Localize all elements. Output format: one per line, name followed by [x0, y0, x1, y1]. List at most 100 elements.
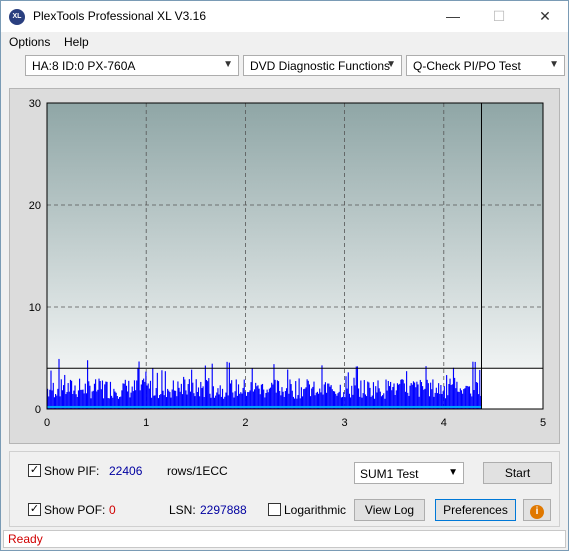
show-pif-checkbox[interactable]: ✓ — [28, 464, 41, 477]
pif-bar — [427, 383, 429, 409]
view-log-button[interactable]: View Log — [354, 499, 425, 521]
pif-bar — [446, 375, 448, 409]
pif-bar — [300, 387, 302, 409]
function-select[interactable]: DVD Diagnostic Functions ▼ — [243, 55, 402, 76]
pif-bar — [177, 381, 179, 409]
show-pof-checkbox[interactable]: ✓ — [28, 503, 41, 516]
pif-bar — [143, 378, 145, 409]
pif-bar — [268, 388, 270, 409]
x-tick-label: 0 — [44, 417, 50, 429]
pif-bar — [184, 379, 186, 409]
pif-bar — [251, 368, 253, 409]
pif-bar — [450, 385, 452, 409]
pif-bar — [305, 387, 307, 409]
info-button[interactable]: i — [523, 499, 551, 521]
pif-bar — [229, 383, 232, 409]
pif-bar — [219, 385, 221, 409]
pif-bar — [368, 382, 370, 409]
pif-bar — [345, 376, 347, 409]
pif-bar — [136, 380, 138, 409]
logarithmic-checkbox[interactable] — [268, 503, 281, 516]
pif-bar — [306, 379, 308, 409]
test-mode-value: SUM1 Test — [360, 467, 419, 481]
pif-bar — [443, 386, 445, 409]
x-tick-label: 1 — [143, 417, 149, 429]
pif-bar — [197, 387, 200, 409]
pif-bar — [290, 384, 292, 409]
pof-value: 0 — [109, 503, 116, 517]
pif-bar — [367, 381, 369, 409]
pif-bar — [98, 378, 100, 409]
pif-bar — [87, 360, 89, 409]
pif-bar — [448, 384, 450, 409]
pif-bar — [260, 384, 262, 409]
pif-bar — [308, 384, 310, 409]
start-button[interactable]: Start — [483, 462, 552, 484]
pif-bar — [422, 386, 424, 409]
pif-bar — [161, 370, 163, 409]
pif-bar — [476, 382, 479, 409]
pif-bar — [180, 383, 182, 409]
pif-bar — [195, 379, 197, 409]
title-bar: XL PlexTools Professional XL V3.16 — ☐ ✕ — [1, 1, 568, 32]
pif-bar — [79, 378, 81, 409]
pif-bar — [93, 383, 96, 409]
pif-bar — [149, 380, 152, 409]
pif-bar — [144, 381, 146, 409]
pif-bar — [277, 381, 280, 409]
pif-bar — [402, 379, 404, 409]
pif-bar — [242, 387, 244, 409]
pif-bar — [187, 384, 189, 409]
pif-bar — [321, 365, 323, 409]
pif-bar — [281, 387, 283, 409]
pif-bar — [137, 367, 139, 409]
pif-bar — [271, 382, 273, 409]
pif-bar — [464, 388, 466, 409]
pif-bar — [307, 380, 309, 409]
pif-bar — [398, 384, 400, 409]
pif-bar — [99, 381, 101, 409]
pif-bar — [360, 380, 362, 409]
pif-bar — [69, 379, 72, 409]
pif-bar — [243, 379, 245, 409]
pif-bar — [191, 369, 193, 409]
pif-bar — [200, 381, 202, 409]
pif-bar — [123, 383, 125, 409]
pif-bar — [261, 383, 264, 409]
pif-bar — [451, 384, 453, 409]
pif-bar — [124, 379, 126, 409]
pif-bar — [255, 382, 257, 409]
pif-bar — [400, 379, 402, 409]
close-icon[interactable]: ✕ — [522, 1, 568, 32]
test-mode-select[interactable]: SUM1 Test ▼ — [354, 462, 464, 484]
maximize-icon[interactable]: ☐ — [476, 1, 522, 32]
pif-bar — [201, 388, 203, 409]
menu-options[interactable]: Options — [9, 35, 50, 49]
minimize-icon[interactable]: — — [430, 1, 476, 32]
menu-help[interactable]: Help — [64, 35, 89, 49]
pif-bar — [432, 379, 434, 409]
pif-bar — [178, 387, 180, 409]
pif-bar — [412, 381, 415, 409]
pif-bar — [467, 386, 469, 409]
pif-bar — [401, 379, 403, 409]
pif-bar — [71, 380, 73, 409]
y-tick-label: 0 — [35, 404, 41, 416]
pif-bar — [372, 382, 375, 409]
pif-bar — [250, 382, 252, 409]
pif-bar — [355, 366, 357, 409]
pif-bar — [475, 382, 477, 409]
preferences-button[interactable]: Preferences — [435, 499, 516, 521]
pif-bar — [109, 381, 112, 409]
pif-bar — [393, 383, 395, 409]
pif-bar — [312, 386, 314, 409]
test-select[interactable]: Q-Check PI/PO Test ▼ — [406, 55, 565, 76]
pif-bar — [388, 386, 391, 409]
pif-bar — [351, 385, 353, 409]
y-tick-label: 30 — [29, 98, 41, 110]
pif-bar — [455, 388, 457, 409]
pif-bar — [128, 380, 130, 409]
pif-bar — [415, 387, 417, 409]
drive-select[interactable]: HA:8 ID:0 PX-760A ▼ — [25, 55, 239, 76]
po-line — [47, 405, 482, 408]
